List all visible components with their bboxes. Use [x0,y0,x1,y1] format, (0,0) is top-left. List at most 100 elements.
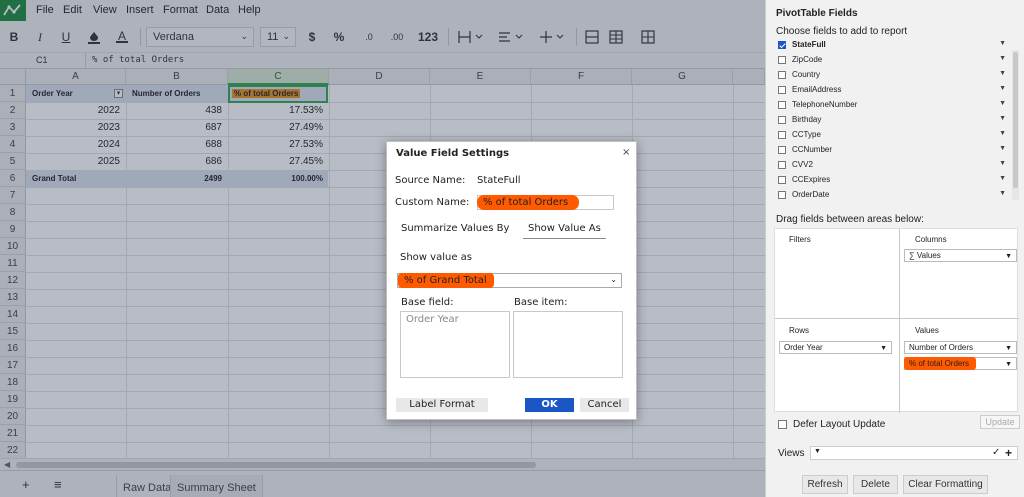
field-label: StateFull [792,40,826,49]
area-divider [899,229,900,413]
field-dropdown-icon[interactable]: ▼ [999,160,1006,167]
pivot-fields-panel: PivotTable Fields Choose fields to add t… [765,0,1024,497]
custom-name-value: % of total Orders [477,195,579,210]
update-button[interactable]: Update [980,415,1020,429]
field-list: StateFull ▼ ZipCode ▼ Country ▼ EmailAdd… [774,36,1013,204]
pivot-areas: Filters Columns ∑ Values ▼ Rows Order Ye… [774,228,1019,413]
tab-show-value-as[interactable]: Show Value As [523,219,606,239]
chevron-down-icon: ⌄ [610,275,617,284]
values-pill-number-of-orders[interactable]: Number of Orders ▼ [904,341,1017,354]
field-label: Country [792,70,821,79]
field-label: CCNumber [792,145,833,154]
base-field-item[interactable]: Order Year [406,314,459,325]
field-checkbox[interactable] [778,191,786,199]
field-row-ccexpires[interactable]: CCExpires ▼ [774,173,1006,188]
base-item-label: Base item: [514,297,568,308]
base-field-list[interactable]: Order Year [400,311,510,378]
chevron-down-icon: ▼ [814,448,821,455]
show-value-as-selected: % of Grand Total [398,273,494,288]
base-item-list[interactable] [513,311,623,378]
field-label: OrderDate [792,190,830,199]
pill-label: Number of Orders [909,343,974,352]
show-value-as-label: Show value as [400,252,472,263]
base-field-label: Base field: [401,297,454,308]
field-dropdown-icon[interactable]: ▼ [999,40,1006,47]
dialog-title: Value Field Settings [396,148,510,159]
views-label: Views [778,448,805,459]
pill-dropdown-icon[interactable]: ▼ [1005,359,1012,370]
panel-title: PivotTable Fields [776,8,858,19]
field-dropdown-icon[interactable]: ▼ [999,115,1006,122]
field-checkbox[interactable] [778,131,786,139]
field-checkbox[interactable] [778,101,786,109]
field-list-scrollbar[interactable] [1012,50,1019,200]
ok-button[interactable]: OK [525,398,574,412]
field-checkbox[interactable] [778,176,786,184]
field-row-cctype[interactable]: CCType ▼ [774,128,1006,143]
field-checkbox[interactable] [778,116,786,124]
source-name-value: StateFull [477,175,521,186]
custom-name-label: Custom Name: [395,197,470,208]
cancel-button[interactable]: Cancel [580,398,629,412]
filters-area-label: Filters [789,235,811,244]
field-label: TelephoneNumber [792,100,858,109]
field-row-emailaddress[interactable]: EmailAddress ▼ [774,83,1006,98]
pill-dropdown-icon[interactable]: ▼ [880,343,887,354]
check-icon[interactable]: ✓ [992,447,1000,458]
source-name-label: Source Name: [395,175,466,186]
field-checkbox[interactable] [778,161,786,169]
views-select[interactable]: ▼ ✓ + [810,446,1018,460]
columns-pill-values[interactable]: ∑ Values ▼ [904,249,1017,262]
field-row-statefull[interactable]: StateFull ▼ [774,38,1006,53]
refresh-button[interactable]: Refresh [802,475,848,494]
field-dropdown-icon[interactable]: ▼ [999,85,1006,92]
field-label: CCType [792,130,821,139]
columns-area-label: Columns [915,235,947,244]
field-row-cvv2[interactable]: CVV2 ▼ [774,158,1006,173]
field-label: EmailAddress [792,85,842,94]
field-row-telephonenumber[interactable]: TelephoneNumber ▼ [774,98,1006,113]
field-label: ZipCode [792,55,823,64]
pill-dropdown-icon[interactable]: ▼ [1005,343,1012,354]
modal-overlay [0,0,765,497]
field-dropdown-icon[interactable]: ▼ [999,175,1006,182]
field-row-birthday[interactable]: Birthday ▼ [774,113,1006,128]
field-label: CCExpires [792,175,831,184]
field-dropdown-icon[interactable]: ▼ [999,55,1006,62]
rows-pill-order-year[interactable]: Order Year ▼ [779,341,892,354]
clear-formatting-button[interactable]: Clear Formatting [903,475,988,494]
close-icon[interactable]: × [622,147,630,158]
defer-layout-label: Defer Layout Update [793,419,886,430]
field-dropdown-icon[interactable]: ▼ [999,190,1006,197]
field-label: CVV2 [792,160,813,169]
pill-dropdown-icon[interactable]: ▼ [1005,251,1012,262]
field-label: Birthday [792,115,822,124]
field-row-country[interactable]: Country ▼ [774,68,1006,83]
plus-icon[interactable]: + [1005,446,1012,460]
rows-area-label: Rows [789,326,810,335]
field-checkbox[interactable] [778,56,786,64]
pill-label: Order Year [784,343,823,352]
field-dropdown-icon[interactable]: ▼ [999,145,1006,152]
field-checkbox[interactable] [778,41,786,49]
field-checkbox[interactable] [778,86,786,94]
field-dropdown-icon[interactable]: ▼ [999,130,1006,137]
values-pill-pct-label: % of total Orders [904,357,976,370]
field-dropdown-icon[interactable]: ▼ [999,100,1006,107]
tab-summarize-values-by[interactable]: Summarize Values By [396,219,514,239]
label-format-button[interactable]: Label Format [396,398,488,412]
field-dropdown-icon[interactable]: ▼ [999,70,1006,77]
scrollbar-thumb[interactable] [1013,52,1018,188]
area-divider [775,318,1019,319]
field-row-ccnumber[interactable]: CCNumber ▼ [774,143,1006,158]
field-checkbox[interactable] [778,71,786,79]
field-checkbox[interactable] [778,146,786,154]
pill-label: ∑ Values [909,251,941,260]
defer-layout-checkbox[interactable] [778,420,787,429]
spreadsheet-app: File Edit View Insert Format Data Help B… [0,0,765,497]
values-area-label: Values [915,326,939,335]
field-row-zipcode[interactable]: ZipCode ▼ [774,53,1006,68]
drag-fields-label: Drag fields between areas below: [776,214,924,225]
delete-button[interactable]: Delete [853,475,898,494]
field-row-orderdate[interactable]: OrderDate ▼ [774,188,1006,203]
